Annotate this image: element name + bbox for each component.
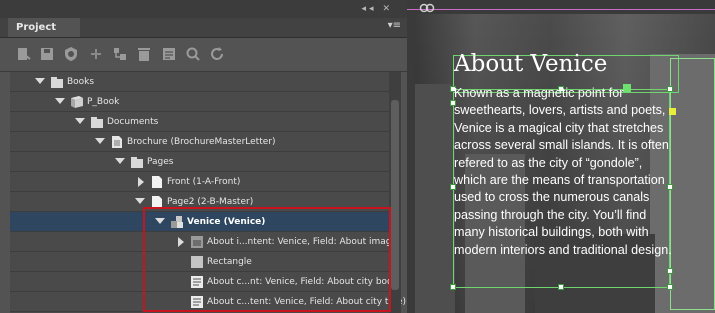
frame-handle[interactable]: [667, 268, 673, 274]
collapsed-arrow-icon[interactable]: [138, 177, 144, 187]
tree-row-label: P_Book: [87, 97, 120, 107]
tree-row-brochure[interactable]: Brochure (BrochureMasterLetter): [10, 132, 389, 152]
pages-folder-icon: [131, 157, 143, 168]
tree-row-venice[interactable]: Venice (Venice): [10, 212, 389, 232]
tree-row-label: About c...nt: Venice, Field: About city …: [207, 277, 402, 287]
project-tree: Books P_Book Documents Brochure (Brochur…: [10, 72, 406, 313]
page-icon: [152, 176, 162, 188]
group-icon: [171, 216, 183, 228]
tree-row-label: Brochure (BrochureMasterLetter): [127, 137, 276, 147]
books-folder-icon: [51, 77, 63, 88]
documents-folder-icon: [91, 117, 103, 128]
properties-icon[interactable]: [161, 46, 177, 62]
expand-arrow-icon[interactable]: [95, 138, 105, 144]
tree-row-label: Books: [67, 77, 95, 87]
tree-scrollbar[interactable]: [389, 72, 401, 313]
text-frame-icon: [191, 276, 203, 288]
bleed-guide: [407, 9, 715, 10]
page-icon: [152, 196, 162, 208]
frame-handle[interactable]: [450, 284, 456, 290]
panel-title-strip: ◂◂ ✕: [0, 0, 407, 18]
expand-arrow-icon[interactable]: [55, 98, 65, 104]
tab-project[interactable]: Project: [8, 18, 81, 37]
tree-row-label: Front (1-A-Front): [167, 177, 241, 187]
collapse-icon[interactable]: ◂◂: [362, 4, 377, 14]
expand-arrow-icon[interactable]: [75, 118, 85, 124]
tree-row-label: About c...tent: Venice, Field: About cit…: [207, 297, 407, 307]
relink-icon[interactable]: [16, 46, 32, 62]
text-frame-icon: [191, 296, 203, 308]
tree-row-label: Page2 (2-B-Master): [167, 197, 254, 207]
frame-handle[interactable]: [667, 284, 673, 290]
add-icon[interactable]: [88, 46, 104, 62]
tree-row-documents[interactable]: Documents: [10, 112, 389, 132]
trash-icon[interactable]: [136, 46, 152, 62]
tree-row-p-book[interactable]: P_Book: [10, 92, 389, 112]
tree-row-label: About i...ntent: Venice, Field: About im…: [207, 237, 401, 247]
tree-row-about-city-title[interactable]: About c...tent: Venice, Field: About cit…: [10, 292, 406, 312]
expand-arrow-icon[interactable]: [115, 158, 125, 164]
expand-arrow-icon[interactable]: [135, 198, 145, 204]
panel-toolbar: [0, 38, 407, 72]
link-icon: [419, 3, 435, 13]
tree-row-front[interactable]: Front (1-A-Front): [10, 172, 389, 192]
tree-row-rectangle[interactable]: Rectangle: [10, 252, 389, 272]
scrollbar-thumb[interactable]: [391, 100, 399, 290]
tree-row-pages[interactable]: Pages: [10, 152, 389, 172]
refresh-icon[interactable]: [209, 46, 225, 62]
collapsed-arrow-icon[interactable]: [178, 237, 184, 247]
structure-icon[interactable]: [112, 46, 128, 62]
tree-row-about-image[interactable]: About i...ntent: Venice, Field: About im…: [10, 232, 401, 252]
find-icon[interactable]: [185, 46, 201, 62]
tree-row-label: Documents: [107, 117, 159, 127]
tree-row-books[interactable]: Books: [10, 72, 389, 92]
image-frame-icon: [191, 236, 203, 248]
document-icon: [112, 136, 122, 148]
close-icon[interactable]: ✕: [382, 4, 393, 14]
panel-menu-icon[interactable]: ▾≡: [388, 20, 401, 31]
panel-window-controls: ◂◂ ✕: [362, 4, 393, 14]
tree-row-label: Pages: [147, 157, 174, 167]
photo-building: [415, 84, 455, 313]
expand-arrow-icon[interactable]: [155, 218, 165, 224]
tree-row-label: Rectangle: [207, 257, 252, 267]
rectangle-icon: [191, 256, 203, 268]
panel-tabbar: Project ▾≡: [0, 18, 407, 38]
check-in-icon[interactable]: [63, 46, 79, 62]
frame-handle[interactable]: [558, 284, 564, 290]
tree-row-about-city-body[interactable]: About c...nt: Venice, Field: About city …: [10, 272, 402, 292]
page-body-text[interactable]: Known as a magnetic point for sweetheart…: [454, 85, 674, 259]
document-canvas: About Venice Known as a magnetic point f…: [407, 0, 715, 313]
project-panel: ◂◂ ✕ Project ▾≡ Books P_Book Documents B…: [0, 0, 407, 313]
save-icon[interactable]: [39, 46, 55, 62]
page-title[interactable]: About Venice: [454, 51, 607, 77]
book-icon: [71, 96, 83, 108]
image-frame[interactable]: [670, 58, 715, 310]
tree-row-page2[interactable]: Page2 (2-B-Master): [10, 192, 389, 212]
tree-row-label: Venice (Venice): [187, 217, 266, 227]
expand-arrow-icon[interactable]: [35, 78, 45, 84]
